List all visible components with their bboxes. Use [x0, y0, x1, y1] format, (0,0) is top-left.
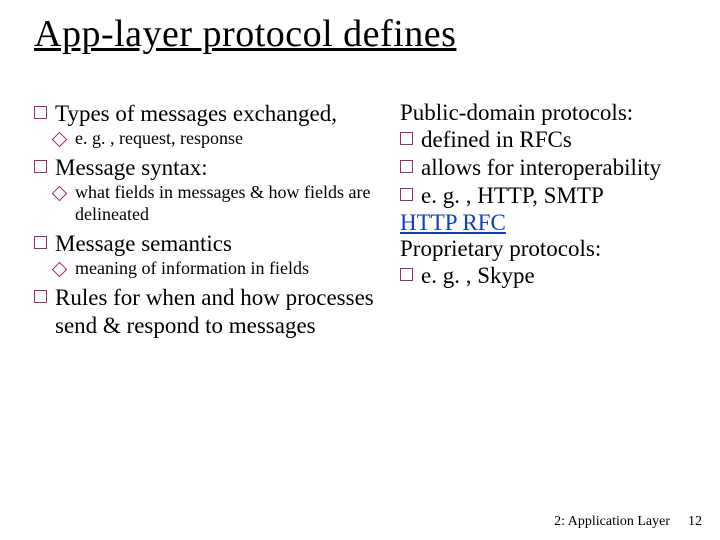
footer-page-number: 12 — [688, 514, 702, 530]
square-bullet-icon — [400, 268, 413, 281]
bullet-defined-rfcs: defined in RFCs — [400, 126, 702, 154]
bullet-text: Message syntax: — [55, 154, 208, 182]
square-bullet-icon — [400, 132, 413, 145]
content-columns: Types of messages exchanged, e. g. , req… — [34, 100, 702, 340]
subbullet-fields: what fields in messages & how fields are… — [34, 182, 374, 226]
bullet-text: Rules for when and how processes send & … — [55, 284, 374, 340]
bullet-text: e. g. , HTTP, SMTP — [421, 182, 604, 210]
bullet-text: allows for interoperability — [421, 154, 661, 182]
square-bullet-icon — [34, 106, 47, 119]
link-text[interactable]: HTTP RFC — [400, 210, 506, 235]
bullet-rules: Rules for when and how processes send & … — [34, 284, 374, 340]
bullet-text: defined in RFCs — [421, 126, 572, 154]
slide-title: App-layer protocol defines — [34, 12, 456, 56]
square-bullet-icon — [34, 160, 47, 173]
bullet-text: e. g. , Skype — [421, 262, 535, 290]
square-bullet-icon — [34, 236, 47, 249]
bullet-interoperability: allows for interoperability — [400, 154, 702, 182]
diamond-bullet-icon — [52, 186, 68, 202]
bullet-text: Message semantics — [55, 230, 232, 258]
heading-proprietary: Proprietary protocols: — [400, 236, 702, 262]
bullet-http-smtp: e. g. , HTTP, SMTP — [400, 182, 702, 210]
diamond-bullet-icon — [52, 132, 68, 148]
diamond-bullet-icon — [52, 262, 68, 278]
subbullet-text: e. g. , request, response — [75, 128, 243, 150]
right-column: Public-domain protocols: defined in RFCs… — [400, 100, 702, 340]
square-bullet-icon — [400, 188, 413, 201]
square-bullet-icon — [34, 290, 47, 303]
left-column: Types of messages exchanged, e. g. , req… — [34, 100, 374, 340]
subbullet-text: meaning of information in fields — [75, 258, 309, 280]
subbullet-meaning: meaning of information in fields — [34, 258, 374, 280]
slide-footer: 2: Application Layer 12 — [554, 514, 702, 530]
bullet-message-syntax: Message syntax: — [34, 154, 374, 182]
subbullet-text: what fields in messages & how fields are… — [75, 182, 374, 226]
bullet-types-of-messages: Types of messages exchanged, — [34, 100, 374, 128]
heading-public-domain: Public-domain protocols: — [400, 100, 702, 126]
square-bullet-icon — [400, 160, 413, 173]
subbullet-request-response: e. g. , request, response — [34, 128, 374, 150]
bullet-message-semantics: Message semantics — [34, 230, 374, 258]
bullet-skype: e. g. , Skype — [400, 262, 702, 290]
link-http-rfc[interactable]: HTTP RFC — [400, 210, 702, 236]
footer-chapter: 2: Application Layer — [554, 514, 670, 530]
bullet-text: Types of messages exchanged, — [55, 100, 337, 128]
